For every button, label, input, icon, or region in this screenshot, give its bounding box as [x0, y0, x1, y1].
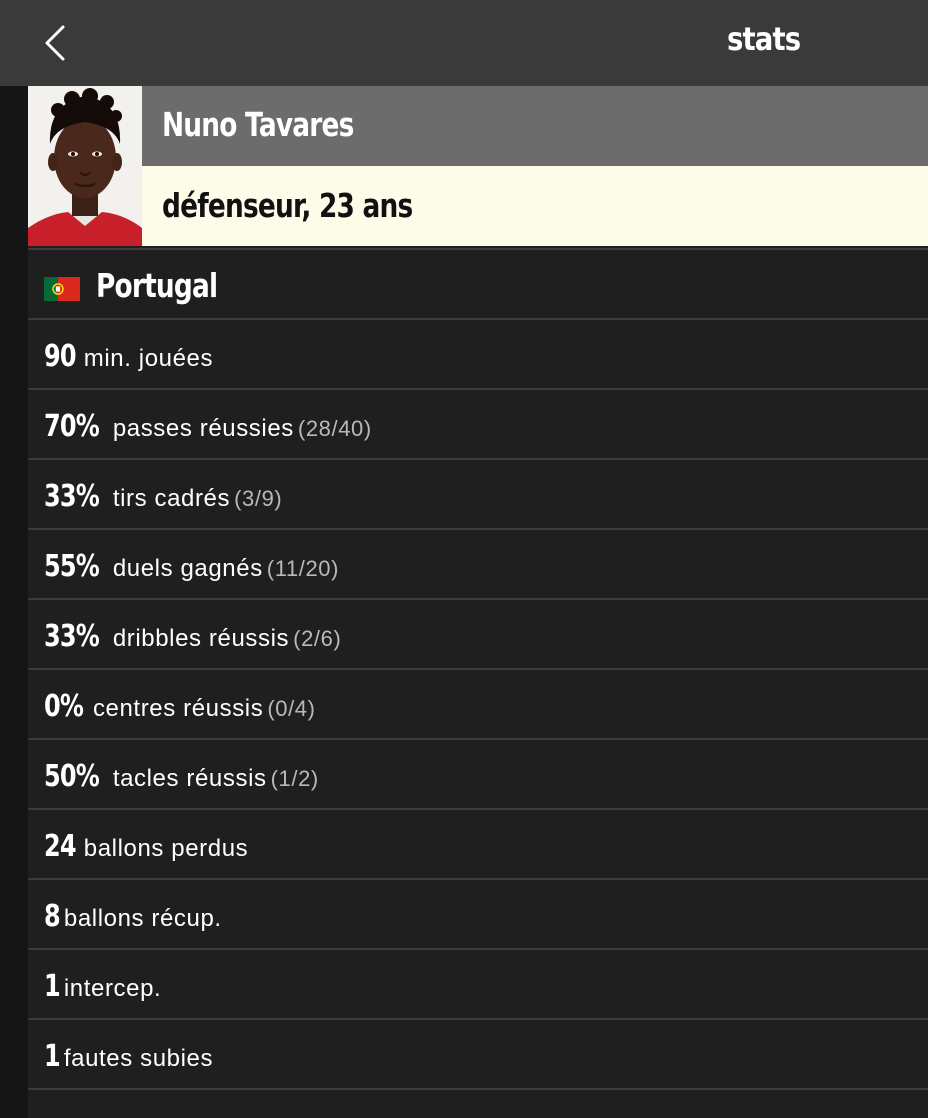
stat-label: tirs cadrés [112, 485, 231, 512]
player-name-bar: Nuno Tavares [142, 86, 928, 166]
page-title: stats [726, 20, 801, 58]
player-card: Nuno Tavares défenseur, 23 ans [28, 86, 928, 250]
stat-line: 24 ballons perdus [44, 829, 248, 864]
stat-detail: (28/40) [297, 416, 372, 441]
stat-label: fautes subies [63, 1045, 214, 1072]
stat-row: 24 ballons perdus [28, 810, 928, 880]
stat-row: 33% tirs cadrés (3/9) [28, 460, 928, 530]
stat-line: 50% tacles réussis (1/2) [44, 759, 319, 794]
stat-detail: (0/4) [267, 696, 316, 721]
stat-label: tacles réussis [112, 765, 267, 792]
stat-row: 0% centres réussis (0/4) [28, 670, 928, 740]
back-button[interactable] [30, 18, 82, 70]
stat-label: centres réussis [92, 695, 264, 722]
stat-label: intercep. [63, 975, 162, 1002]
player-role-age: défenseur, 23 ans [162, 186, 413, 225]
stat-value: 70% [44, 409, 100, 444]
stat-row: 1 intercep. [28, 950, 928, 1020]
stat-value: 1 [44, 969, 61, 1004]
stat-label: ballons récup. [63, 905, 222, 932]
stat-row: 70% passes réussies (28/40) [28, 390, 928, 460]
stat-value: 50% [44, 759, 100, 794]
stat-line: 90 min. jouées [44, 339, 213, 374]
stat-row: 1 fautes subies [28, 1020, 928, 1090]
stat-row: 50% tacles réussis (1/2) [28, 740, 928, 810]
stats-screen: stats Nuno Tavares défenseur, 23 ans Por… [0, 0, 928, 1118]
stat-value: 24 [44, 829, 77, 864]
stat-line: 1 intercep. [44, 969, 161, 1004]
stat-value: 55% [44, 549, 100, 584]
stat-row: 90 min. jouées [28, 320, 928, 390]
left-edge-strip [0, 86, 28, 1118]
stat-value: 33% [44, 619, 100, 654]
stat-value: 0% [44, 689, 84, 724]
portugal-flag-icon [44, 277, 80, 301]
country-name: Portugal [96, 266, 218, 305]
stat-row: 33% dribbles réussis (2/6) [28, 600, 928, 670]
chevron-left-icon [45, 25, 65, 61]
stat-value: 1 [44, 1039, 61, 1074]
stat-line: 1 fautes subies [44, 1039, 213, 1074]
stat-line: 8 ballons récup. [44, 899, 222, 934]
stat-line: 70% passes réussies (28/40) [44, 409, 372, 444]
stat-line: 33% dribbles réussis (2/6) [44, 619, 341, 654]
player-role-bar: défenseur, 23 ans [142, 166, 928, 246]
stat-label: dribbles réussis [112, 625, 290, 652]
stat-detail: (2/6) [293, 626, 342, 651]
stat-line: 0% centres réussis (0/4) [44, 689, 316, 724]
stats-list: Portugal 90 min. jouées 70% passes réussies… [28, 250, 928, 1090]
player-name: Nuno Tavares [162, 105, 354, 144]
stat-label: min. jouées [83, 345, 214, 372]
country-row: Portugal [28, 250, 928, 320]
stat-row: 8 ballons récup. [28, 880, 928, 950]
stat-line: 55% duels gagnés (11/20) [44, 549, 339, 584]
stat-detail: (3/9) [234, 486, 283, 511]
stat-detail: (11/20) [266, 556, 340, 581]
stat-label: duels gagnés [112, 555, 263, 582]
stat-detail: (1/2) [270, 766, 319, 791]
stat-value: 90 [44, 339, 77, 374]
stat-value: 33% [44, 479, 100, 514]
player-photo [28, 86, 142, 246]
top-bar: stats [0, 0, 928, 86]
stat-label: ballons perdus [83, 835, 249, 862]
stat-line: 33% tirs cadrés (3/9) [44, 479, 282, 514]
stat-row: 55% duels gagnés (11/20) [28, 530, 928, 600]
stat-label: passes réussies [112, 415, 294, 442]
stat-value: 8 [44, 899, 61, 934]
